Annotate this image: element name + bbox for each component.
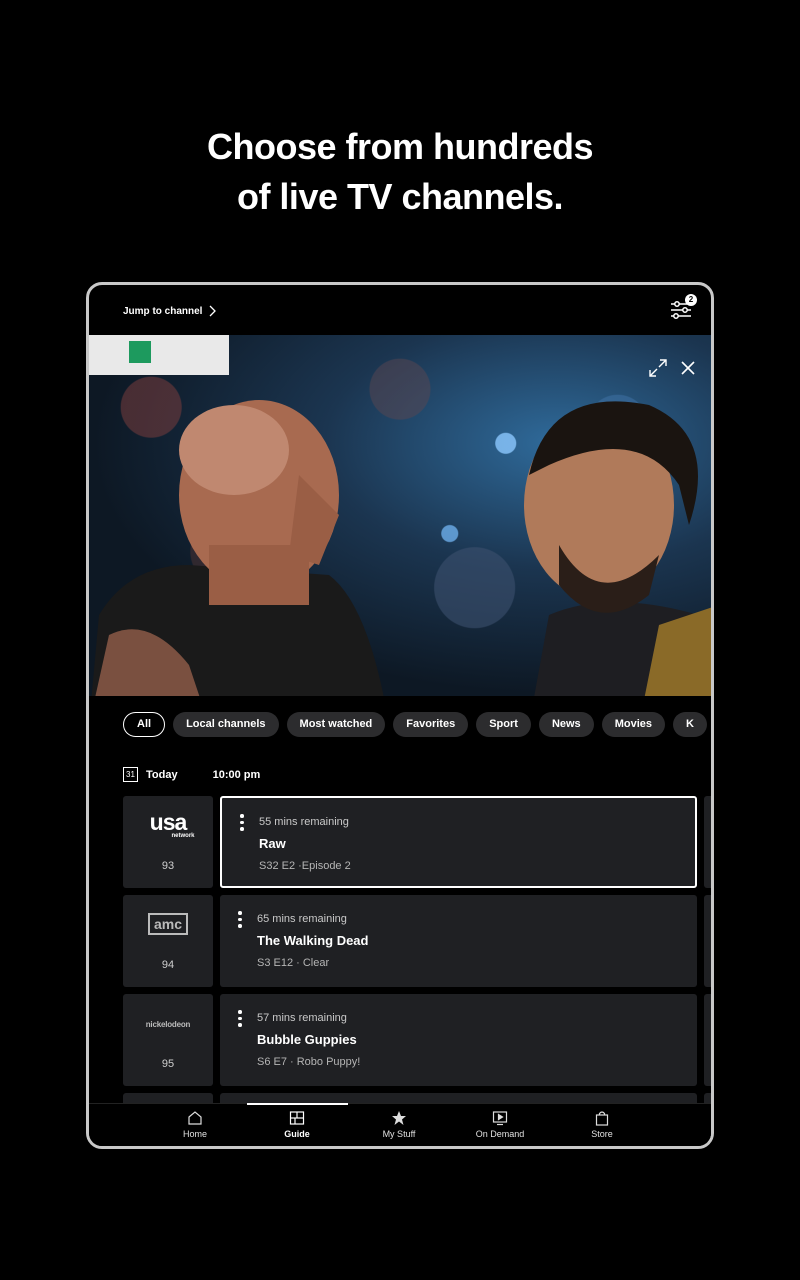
program-card-walking-dead[interactable]: 65 mins remaining The Walking Dead S3 E1… bbox=[220, 895, 697, 987]
video-player[interactable] bbox=[89, 335, 711, 696]
channel-card-usa[interactable]: usa network 93 bbox=[123, 796, 213, 888]
program-title: The Walking Dead bbox=[257, 933, 369, 948]
nav-guide[interactable]: Guide bbox=[257, 1110, 337, 1139]
video-wrestler-right bbox=[524, 401, 711, 696]
nav-home-label: Home bbox=[182, 1129, 207, 1139]
channel-list: usa network 93 55 mins remaining Raw S32… bbox=[123, 796, 711, 1146]
program-title: Bubble Guppies bbox=[257, 1032, 357, 1047]
nav-mystuff[interactable]: My Stuff bbox=[359, 1110, 439, 1139]
filter-count-badge: 2 bbox=[685, 294, 697, 306]
next-program-card[interactable] bbox=[704, 895, 711, 987]
nav-home[interactable]: Home bbox=[155, 1110, 235, 1139]
usa-logo-text: usa bbox=[149, 809, 188, 835]
nav-active-indicator bbox=[247, 1103, 348, 1105]
program-card-bubble-guppies[interactable]: 57 mins remaining Bubble Guppies S6 E7 ·… bbox=[220, 994, 697, 1086]
headline-line1: Choose from hundreds bbox=[206, 126, 594, 167]
star-icon bbox=[392, 1111, 406, 1125]
time-remaining: 55 mins remaining bbox=[259, 816, 349, 828]
channel-number: 94 bbox=[161, 959, 175, 971]
bottom-nav: Home Guide My Stuff On Demand Store bbox=[89, 1103, 711, 1146]
chip-all[interactable]: All bbox=[123, 712, 166, 737]
chip-truncated[interactable]: K bbox=[672, 712, 707, 737]
amc-logo-text: amc bbox=[147, 913, 189, 935]
guide-icon bbox=[289, 1111, 305, 1125]
chevron-right-icon bbox=[209, 305, 217, 317]
channel-card-nickelodeon[interactable]: nickelodeon 95 bbox=[123, 994, 213, 1086]
more-options-icon[interactable] bbox=[238, 1010, 242, 1030]
home-icon bbox=[188, 1111, 202, 1125]
filter-button[interactable]: 2 bbox=[669, 294, 697, 321]
usa-network-logo: usa network bbox=[123, 809, 213, 840]
program-episode: S6 E7 · Robo Puppy! bbox=[257, 1056, 361, 1068]
jump-to-channel-button[interactable]: Jump to channel bbox=[123, 305, 217, 317]
date-row: 31 Today 10:00 pm bbox=[123, 767, 260, 782]
on-demand-icon bbox=[492, 1111, 508, 1126]
headline-line2: of live TV channels. bbox=[236, 176, 564, 217]
jump-to-channel-label: Jump to channel bbox=[123, 305, 203, 317]
date-time[interactable]: 10:00 pm bbox=[213, 769, 261, 781]
more-options-icon[interactable] bbox=[238, 911, 242, 931]
device-frame: Jump to channel 2 All Local channels Mos… bbox=[86, 282, 714, 1149]
chip-most-watched[interactable]: Most watched bbox=[286, 712, 386, 737]
more-options-icon[interactable] bbox=[240, 814, 244, 834]
top-bar: Jump to channel 2 bbox=[89, 285, 711, 335]
nav-guide-label: Guide bbox=[284, 1129, 310, 1139]
channel-row: amc 94 65 mins remaining The Walking Dea… bbox=[123, 895, 711, 987]
time-remaining: 57 mins remaining bbox=[257, 1012, 347, 1024]
program-episode: S3 E12 · Clear bbox=[257, 957, 330, 969]
nickelodeon-logo-text: nickelodeon bbox=[145, 1020, 191, 1029]
chip-news[interactable]: News bbox=[538, 712, 594, 737]
channel-card-amc[interactable]: amc 94 bbox=[123, 895, 213, 987]
next-program-card[interactable] bbox=[704, 796, 711, 888]
channel-row: usa network 93 55 mins remaining Raw S32… bbox=[123, 796, 711, 888]
expand-icon[interactable] bbox=[647, 357, 669, 379]
close-icon[interactable] bbox=[677, 357, 699, 379]
store-bag-icon bbox=[595, 1111, 609, 1126]
nav-ondemand-label: On Demand bbox=[475, 1129, 525, 1139]
date-day[interactable]: Today bbox=[146, 769, 178, 781]
chip-sport[interactable]: Sport bbox=[476, 712, 531, 737]
channel-number: 93 bbox=[161, 860, 175, 872]
nav-store[interactable]: Store bbox=[562, 1110, 642, 1139]
nav-ondemand[interactable]: On Demand bbox=[460, 1110, 540, 1139]
time-remaining: 65 mins remaining bbox=[257, 913, 347, 925]
program-title: Raw bbox=[259, 836, 286, 851]
next-program-card[interactable] bbox=[704, 994, 711, 1086]
video-wrestler-left bbox=[91, 400, 384, 696]
chip-favorites[interactable]: Favorites bbox=[393, 712, 469, 737]
chip-local-channels[interactable]: Local channels bbox=[173, 712, 279, 737]
nav-mystuff-label: My Stuff bbox=[382, 1129, 416, 1139]
calendar-icon: 31 bbox=[123, 767, 138, 782]
program-card-raw[interactable]: 55 mins remaining Raw S32 E2 ·Episode 2 bbox=[220, 796, 697, 888]
nickelodeon-logo: nickelodeon bbox=[123, 1010, 213, 1032]
amc-logo: amc bbox=[123, 911, 213, 935]
nav-store-label: Store bbox=[591, 1129, 613, 1139]
channel-number: 95 bbox=[161, 1058, 175, 1070]
program-episode: S32 E2 ·Episode 2 bbox=[259, 860, 351, 872]
chip-movies[interactable]: Movies bbox=[601, 712, 665, 737]
headline: Choose from hundreds of live TV channels… bbox=[0, 122, 800, 222]
channel-row: nickelodeon 95 57 mins remaining Bubble … bbox=[123, 994, 711, 1086]
category-chips: All Local channels Most watched Favorite… bbox=[123, 712, 707, 737]
